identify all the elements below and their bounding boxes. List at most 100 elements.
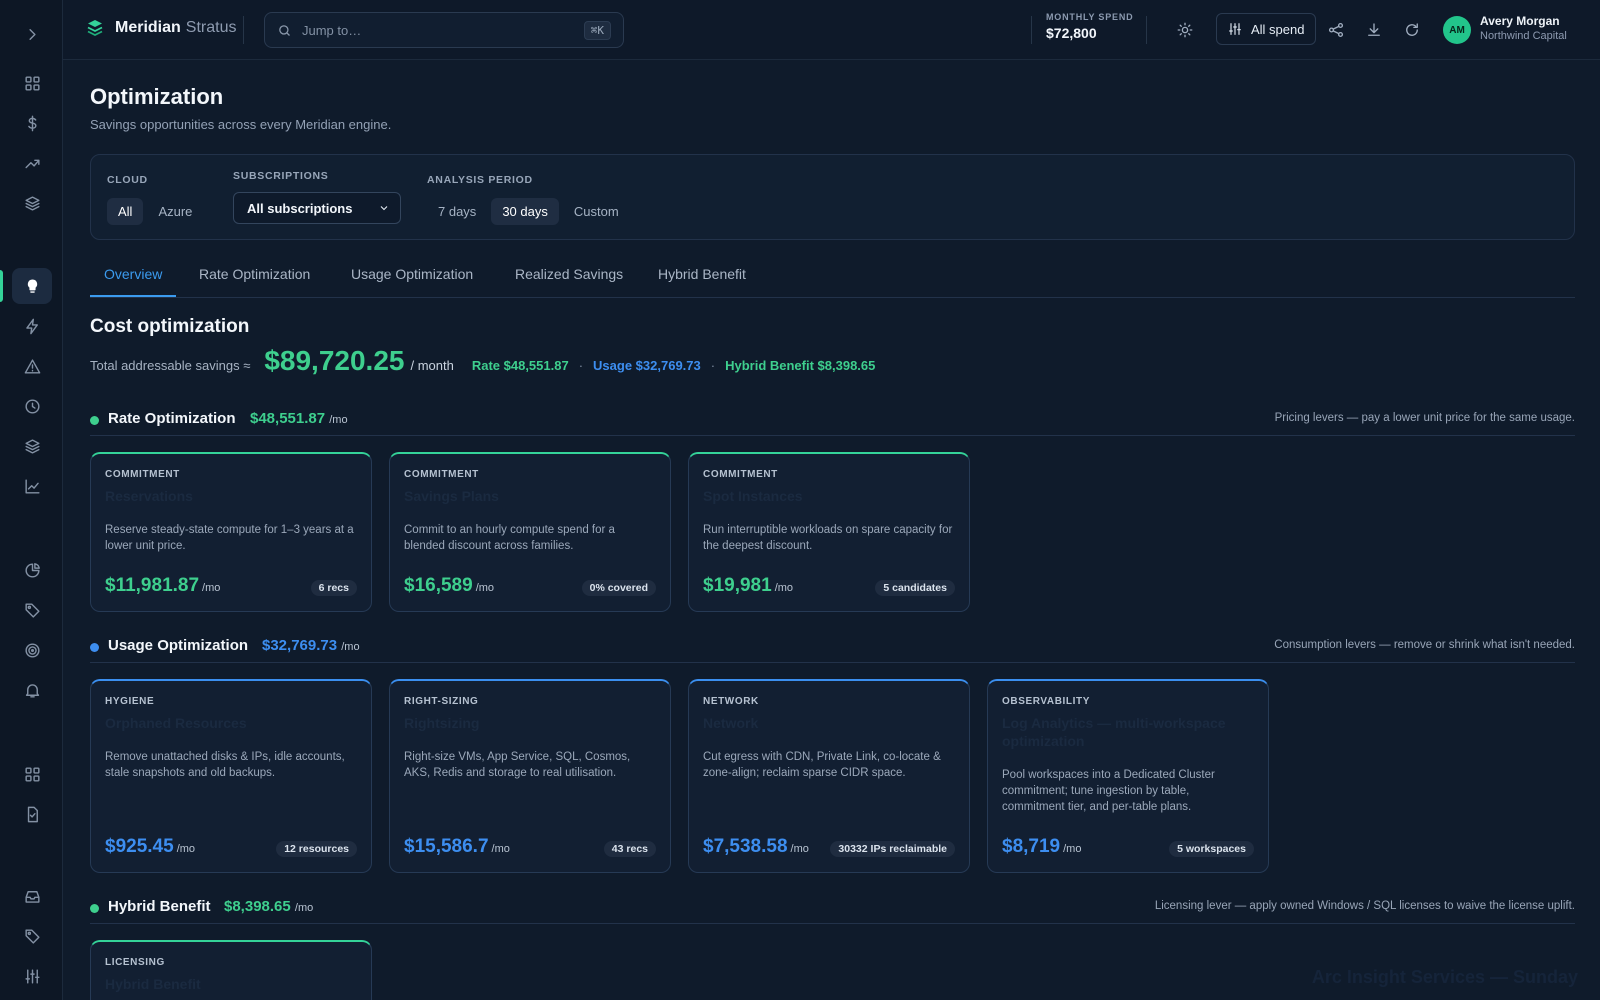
card-footer: $19,981/mo 5 candidates: [703, 575, 955, 597]
card-kicker: RIGHT-SIZING: [404, 696, 479, 707]
brand-name: Meridian: [115, 19, 181, 36]
card-unit: /mo: [176, 843, 196, 855]
tag-icon[interactable]: [12, 592, 52, 628]
background-watermark: Arc Insight Services — Sunday: [1311, 967, 1578, 987]
lightbulb-icon[interactable]: [12, 268, 52, 304]
card-title: Hybrid Benefit: [105, 976, 201, 992]
network-card[interactable]: NETWORK Network Cut egress with CDN, Pri…: [688, 679, 970, 873]
period-option-7-days[interactable]: 7 days: [427, 198, 487, 225]
card-footer: $16,589/mo 0% covered: [404, 575, 656, 597]
search-input[interactable]: Jump to… ⌘K: [264, 12, 624, 48]
filter-bar: CLOUD All Azure SUBSCRIPTIONS All subscr…: [90, 154, 1575, 240]
period-option-30-days[interactable]: 30 days: [491, 198, 559, 225]
tab-bar: Overview Rate Optimization Usage Optimiz…: [90, 256, 1575, 298]
chevron-down-icon: [380, 206, 388, 211]
hybrid-group-name: Hybrid Benefit: [108, 898, 211, 915]
card-badge: 5 workspaces: [1169, 841, 1254, 857]
card-badge: 12 resources: [276, 841, 357, 857]
search-placeholder: Jump to…: [302, 22, 362, 38]
page-title: Optimization: [90, 84, 224, 109]
sliders-icon[interactable]: [12, 958, 52, 994]
dollar-icon[interactable]: [12, 105, 52, 141]
warning-icon[interactable]: [12, 348, 52, 384]
rate-dot: [90, 416, 99, 425]
document-check-icon[interactable]: [12, 796, 52, 832]
avatar[interactable]: AM: [1443, 16, 1471, 44]
card-kicker: COMMITMENT: [404, 469, 479, 480]
card-badge: 5 candidates: [875, 580, 955, 596]
stack-icon[interactable]: [12, 428, 52, 464]
card-kicker: HYGIENE: [105, 696, 155, 707]
monthly-spend: MONTHLY SPEND $72,800: [1046, 12, 1133, 41]
hybrid-group-header: Hybrid Benefit $8,398.65 /mo Licensing l…: [90, 898, 1575, 924]
download-button[interactable]: [1362, 18, 1386, 42]
tab-rate-optimization[interactable]: Rate Optimization: [199, 266, 310, 295]
analysis-period-label: ANALYSIS PERIOD: [427, 174, 533, 186]
usage-group-note: Consumption levers — remove or shrink wh…: [1274, 639, 1575, 651]
chart-icon[interactable]: [12, 468, 52, 504]
inbox-icon[interactable]: [12, 878, 52, 914]
usage-group-header: Usage Optimization $32,769.73 /mo Consum…: [90, 637, 1575, 663]
card-amount: $16,589: [404, 575, 473, 596]
card-title: Reservations: [105, 488, 193, 504]
savings-plans-card[interactable]: COMMITMENT Savings Plans Commit to an ho…: [389, 452, 671, 612]
monthly-spend-value: $72,800: [1046, 25, 1097, 41]
card-title: Rightsizing: [404, 715, 480, 731]
card-badge: 43 recs: [603, 841, 656, 857]
apps-grid-icon[interactable]: [12, 756, 52, 792]
user-info[interactable]: Avery Morgan Northwind Capital: [1480, 14, 1567, 42]
card-badge: 30332 IPs reclaimable: [830, 841, 955, 857]
usage-group-amount: $32,769.73 /mo: [262, 637, 360, 654]
layers-icon[interactable]: [12, 185, 52, 221]
orphaned-resources-card[interactable]: HYGIENE Orphaned Resources Remove unatta…: [90, 679, 372, 873]
shortcut-badge: ⌘K: [583, 20, 611, 40]
card-description: Cut egress with CDN, Private Link, co-lo…: [703, 751, 941, 779]
share-icon: [1328, 22, 1344, 38]
tab-usage-optimization[interactable]: Usage Optimization: [351, 266, 473, 295]
tab-hybrid-benefit[interactable]: Hybrid Benefit: [658, 266, 746, 295]
card-title: Spot Instances: [703, 488, 803, 504]
subscriptions-select[interactable]: All subscriptions: [233, 192, 401, 224]
rate-group-note: Pricing levers — pay a lower unit price …: [1274, 412, 1575, 424]
bell-icon[interactable]: [12, 672, 52, 708]
lightning-icon[interactable]: [12, 308, 52, 344]
analysis-period-filter: 7 days 30 days Custom: [427, 198, 630, 225]
target-icon[interactable]: [12, 632, 52, 668]
tab-overview[interactable]: Overview: [90, 266, 177, 297]
top-bar: Meridian Stratus Jump to… ⌘K MONTHLY SPE…: [63, 0, 1600, 60]
expand-chevron-icon[interactable]: [12, 16, 52, 52]
subscriptions-value: All subscriptions: [247, 200, 353, 216]
spend-filter-button[interactable]: All spend: [1216, 13, 1316, 45]
cloud-option-azure[interactable]: Azure: [147, 198, 203, 225]
brand-product: Stratus: [185, 19, 237, 36]
brand[interactable]: Meridian Stratus: [85, 18, 236, 38]
period-option-custom[interactable]: Custom: [563, 198, 630, 225]
card-amount: $11,981.87: [105, 575, 200, 596]
trend-up-icon[interactable]: [12, 145, 52, 181]
usage-total: Usage $32,769.73: [593, 358, 701, 373]
divider: [1146, 16, 1147, 44]
theme-toggle-button[interactable]: [1173, 18, 1197, 42]
pie-chart-icon[interactable]: [12, 552, 52, 588]
total-savings-label: Total addressable savings ≈: [90, 358, 251, 373]
card-title: Log Analytics — multi-workspace optimiza…: [1002, 715, 1226, 749]
tab-realized-savings[interactable]: Realized Savings: [515, 266, 623, 295]
reservations-card[interactable]: COMMITMENT Reservations Reserve steady-s…: [90, 452, 372, 612]
card-footer: $8,719/mo 5 workspaces: [1002, 836, 1254, 858]
rightsizing-card[interactable]: RIGHT-SIZING Rightsizing Right-size VMs,…: [389, 679, 671, 873]
log-analytics-card[interactable]: OBSERVABILITY Log Analytics — multi-work…: [987, 679, 1269, 873]
hybrid-group-note: Licensing lever — apply owned Windows / …: [1154, 900, 1575, 912]
label-tag-icon[interactable]: [12, 918, 52, 954]
refresh-button[interactable]: [1400, 18, 1424, 42]
clock-icon[interactable]: [12, 388, 52, 424]
hybrid-dot: [90, 904, 99, 913]
card-description: Remove unattached disks & IPs, idle acco…: [105, 751, 345, 779]
hybrid-benefit-card[interactable]: LICENSING Hybrid Benefit: [90, 940, 372, 1000]
share-button[interactable]: [1324, 18, 1348, 42]
dashboard-grid-icon[interactable]: [12, 65, 52, 101]
card-badge: 6 recs: [310, 580, 357, 596]
divider: [243, 16, 244, 44]
spot-instances-card[interactable]: COMMITMENT Spot Instances Run interrupti…: [688, 452, 970, 612]
cloud-option-all[interactable]: All: [107, 198, 144, 225]
card-unit: /mo: [774, 582, 794, 594]
